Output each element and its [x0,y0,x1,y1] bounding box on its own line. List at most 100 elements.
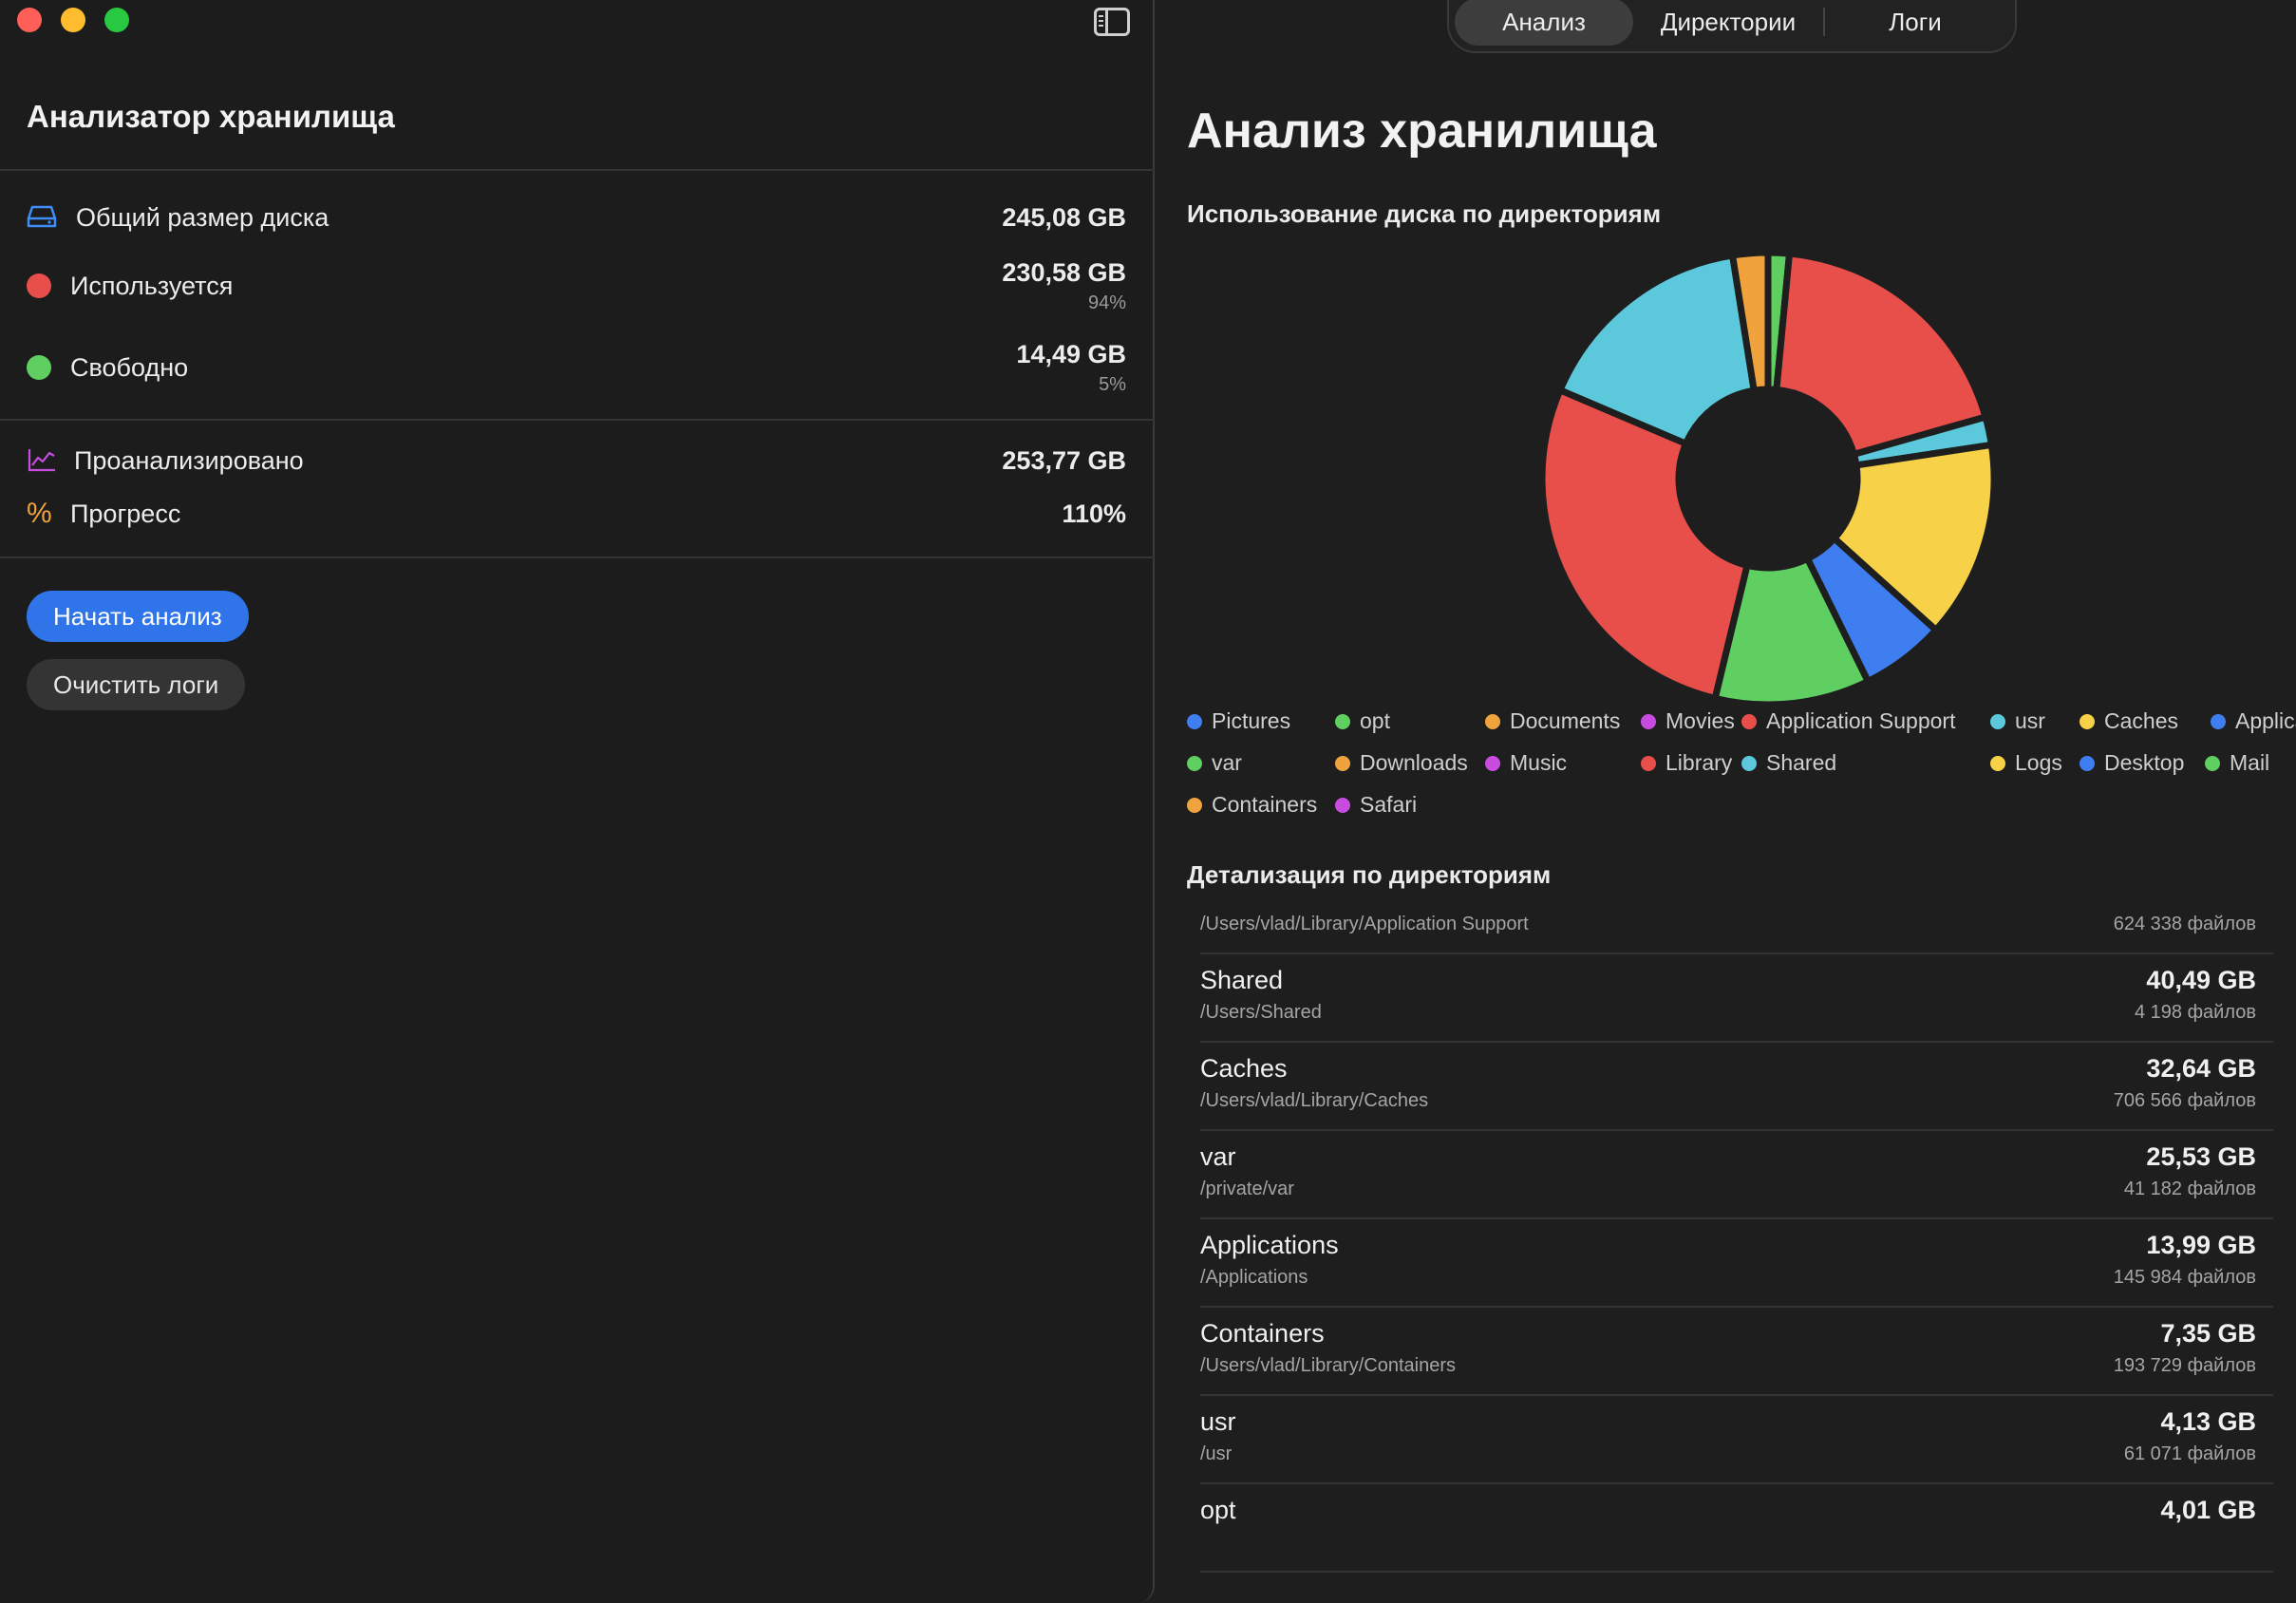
directory-row[interactable]: Applications/Applications 13,99 GB 145 984… [1200,1219,2273,1308]
legend-swatch [1335,713,1350,729]
legend-label: Mail [2230,750,2270,775]
directory-name: var [1200,1142,1236,1171]
sidebar: Анализатор хранилища Общий размер диска … [0,0,1155,1603]
tab-bar: Анализ Директории Логи [1447,0,2017,53]
donut-slice-6[interactable] [1538,386,1752,703]
legend-item: Caches [2080,708,2178,734]
legend-item: usr [1990,708,2045,734]
directory-name: Caches [1200,1054,1288,1083]
divider [0,556,1155,558]
directory-row[interactable]: /Users/vlad/Library/Application Support 6… [1200,912,2273,954]
legend-label: Application Support [1766,708,1956,733]
app-window: Анализатор хранилища Общий размер диска … [0,0,2296,1603]
stat-label: Проанализировано [74,446,304,475]
legend-swatch [1335,797,1350,813]
page-title: Анализ хранилища [1187,104,1657,159]
legend-label: Pictures [1212,708,1291,733]
legend-item: Mail [2205,750,2269,776]
zoom-window-button[interactable] [104,8,129,32]
directory-path: /Users/vlad/Library/Containers [1200,1355,1456,1376]
free-dot-icon [27,355,51,380]
legend-label: opt [1360,708,1390,733]
legend-item: Downloads [1335,750,1468,776]
minimize-window-button[interactable] [61,8,85,32]
start-analysis-button[interactable]: Начать анализ [27,591,249,642]
tab-logs[interactable]: Логи [1825,0,2005,46]
stat-label: Общий размер диска [76,203,329,232]
directory-list[interactable]: /Users/vlad/Library/Application Support 6… [1200,912,2273,1603]
directory-size: 13,99 GB [2146,1231,2256,1259]
stat-label: Свободно [70,353,189,382]
legend-swatch [2080,755,2095,771]
stat-free: Свободно 14,49 GB 5% [27,340,1126,397]
legend-label: Music [1510,750,1568,775]
legend-swatch [1990,755,2005,771]
legend-swatch [1187,797,1202,813]
legend-label: Shared [1766,750,1837,775]
legend-label: Movies [1666,708,1735,733]
legend-swatch [1641,713,1656,729]
divider [0,169,1155,171]
legend-item: Pictures [1187,708,1290,734]
directory-name: Containers [1200,1319,1325,1348]
directory-path: /usr [1200,1443,1233,1464]
directory-path: /Applications [1200,1267,1308,1288]
directory-file-count: 41 182 файлов [2123,1179,2256,1199]
close-window-button[interactable] [17,8,42,32]
directory-name: Applications [1200,1231,1339,1259]
legend-label: Documents [1510,708,1621,733]
divider [0,419,1155,421]
drive-icon [27,205,57,228]
window-controls [17,8,129,32]
directory-file-count: 624 338 файлов [2113,914,2256,934]
legend-item: Desktop [2080,750,2184,776]
legend-swatch [1641,755,1656,771]
tab-analysis[interactable]: Анализ [1455,0,1633,46]
legend-item: Safari [1335,792,1417,818]
stat-disk-total: Общий размер диска 245,08 GB [27,203,1126,260]
chart-section-title: Использование диска по директориям [1187,199,1662,228]
directory-row[interactable]: Shared/Users/Shared 40,49 GB 4 198 файлов [1200,954,2273,1043]
percent-icon: % [27,498,52,529]
directory-file-count: 61 071 файлов [2123,1443,2256,1464]
tab-directories[interactable]: Директории [1633,0,1823,46]
legend-item: Library [1641,750,1732,776]
legend-swatch [1187,713,1202,729]
legend-label: Logs [2015,750,2062,775]
legend-swatch [1485,713,1500,729]
legend-label: usr [2015,708,2045,733]
directory-path: /Users/vlad/Library/Application Support [1200,914,1529,934]
directory-row[interactable]: var/private/var 25,53 GB 41 182 файлов [1200,1131,2273,1219]
directory-row[interactable]: Containers/Users/vlad/Library/Containers… [1200,1308,2273,1396]
legend-swatch [1335,755,1350,771]
directory-row[interactable]: opt 4,01 GB [1200,1484,2273,1573]
legend-swatch [2211,713,2226,729]
directory-size: 32,64 GB [2146,1054,2256,1083]
directory-file-count: 4 198 файлов [2135,1002,2256,1023]
stat-label: Используется [70,272,234,300]
clear-logs-button[interactable]: Очистить логи [27,659,246,710]
legend-item: Documents [1485,708,1620,734]
legend-item: opt [1335,708,1390,734]
disk-usage-donut-chart [1538,249,1998,703]
legend-label: Containers [1212,792,1318,817]
legend-label: Safari [1360,792,1418,817]
directory-row[interactable]: usr/usr 4,13 GB 61 071 файлов [1200,1396,2273,1484]
stat-progress: % Прогресс 110% [27,498,1126,556]
directory-row[interactable]: Caches/Users/vlad/Library/Caches 32,64 GB… [1200,1043,2273,1131]
directory-path: /Users/Shared [1200,1002,1322,1023]
stat-analyzed: Проанализировано 253,77 GB [27,446,1126,503]
sidebar-toggle-icon[interactable] [1094,8,1130,36]
directory-name: Shared [1200,966,1284,994]
directory-size: 4,13 GB [2160,1407,2256,1436]
directory-path: /private/var [1200,1179,1294,1199]
main-content: Анализ Директории Логи Анализ хранилища … [1157,0,2296,1603]
stat-value: 245,08 GB [1002,203,1126,232]
legend-label: Desktop [2104,750,2185,775]
legend-item: Music [1485,750,1567,776]
directory-size: 25,53 GB [2146,1142,2256,1171]
stat-label: Прогресс [70,500,181,528]
directory-size: 7,35 GB [2160,1319,2256,1348]
legend-label: Applica [2235,708,2296,733]
legend-swatch [1741,755,1757,771]
